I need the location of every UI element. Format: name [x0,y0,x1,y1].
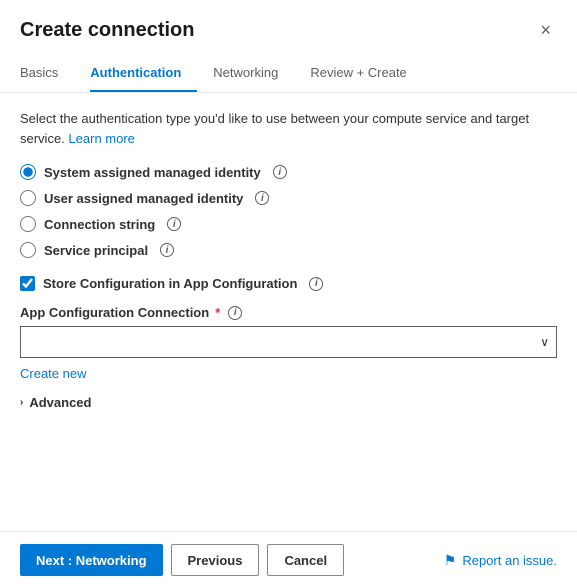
radio-system-assigned[interactable]: System assigned managed identity i [20,164,557,180]
required-marker: * [215,305,220,320]
radio-service-principal[interactable]: Service principal i [20,242,557,258]
description-text: Select the authentication type you'd lik… [20,109,557,148]
create-connection-dialog: Create connection × Basics Authenticatio… [0,0,577,588]
close-button[interactable]: × [534,18,557,43]
radio-connection-string[interactable]: Connection string i [20,216,557,232]
radio-service-principal-label: Service principal [44,243,148,258]
app-config-info-icon[interactable]: i [228,306,242,320]
connection-string-info-icon[interactable]: i [167,217,181,231]
tab-bar: Basics Authentication Networking Review … [0,43,577,93]
footer: Next : Networking Previous Cancel ⚑ Repo… [0,532,577,588]
previous-button[interactable]: Previous [171,544,260,576]
create-new-link[interactable]: Create new [20,366,86,381]
content-area: Select the authentication type you'd lik… [0,93,577,531]
learn-more-link[interactable]: Learn more [68,131,134,146]
tab-review-create[interactable]: Review + Create [310,57,422,92]
radio-user-assigned[interactable]: User assigned managed identity i [20,190,557,206]
radio-user-assigned-label: User assigned managed identity [44,191,243,206]
radio-system-assigned-label: System assigned managed identity [44,165,261,180]
advanced-section[interactable]: › Advanced [20,395,557,410]
tab-authentication[interactable]: Authentication [90,57,197,92]
footer-buttons-left: Next : Networking Previous Cancel [20,544,344,576]
auth-type-radio-group: System assigned managed identity i User … [20,164,557,258]
system-assigned-info-icon[interactable]: i [273,165,287,179]
radio-user-assigned-input[interactable] [20,190,36,206]
store-config-label: Store Configuration in App Configuration [43,276,297,291]
advanced-chevron-icon: › [20,397,23,408]
user-assigned-info-icon[interactable]: i [255,191,269,205]
report-issue-link[interactable]: ⚑ Report an issue. [444,552,557,569]
radio-system-assigned-input[interactable] [20,164,36,180]
app-config-dropdown-wrapper: ∨ [20,326,557,358]
radio-connection-string-input[interactable] [20,216,36,232]
report-icon: ⚑ [444,552,457,569]
radio-connection-string-label: Connection string [44,217,155,232]
app-config-dropdown[interactable] [20,326,557,358]
report-issue-label: Report an issue. [462,553,557,568]
app-config-field-label: App Configuration Connection * i [20,305,557,320]
cancel-button[interactable]: Cancel [267,544,344,576]
store-config-checkbox-section: Store Configuration in App Configuration… [20,276,557,291]
tab-basics[interactable]: Basics [20,57,74,92]
dialog-title: Create connection [20,19,194,42]
store-config-info-icon[interactable]: i [309,277,323,291]
tab-networking[interactable]: Networking [213,57,294,92]
store-config-checkbox[interactable] [20,276,35,291]
service-principal-info-icon[interactable]: i [160,243,174,257]
advanced-label: Advanced [29,395,91,410]
dialog-header: Create connection × [0,0,577,43]
next-button[interactable]: Next : Networking [20,544,163,576]
radio-service-principal-input[interactable] [20,242,36,258]
